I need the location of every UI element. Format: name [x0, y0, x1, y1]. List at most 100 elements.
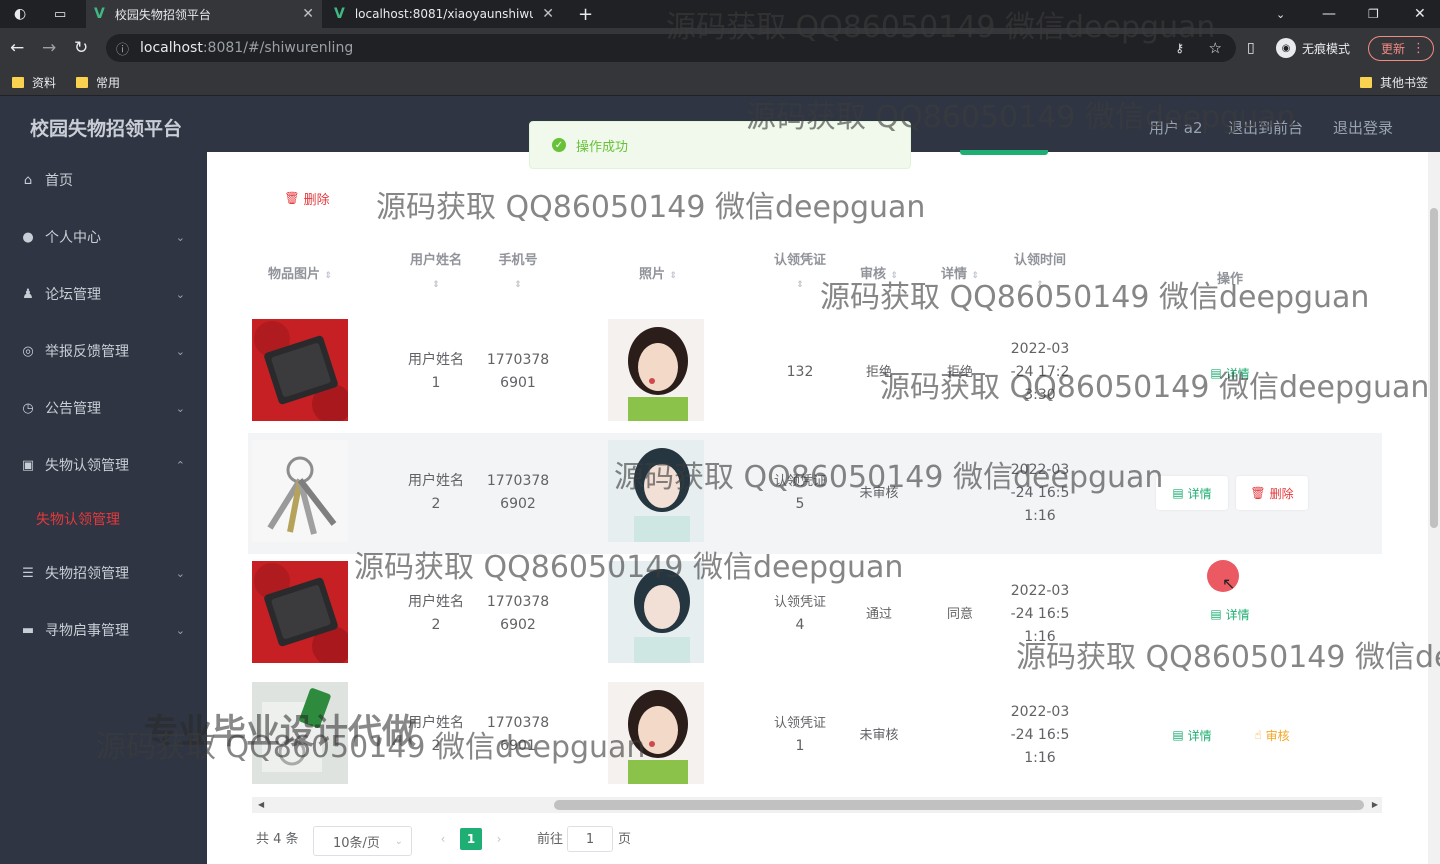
- doc-icon: ▤: [1210, 607, 1222, 621]
- scroll-thumb[interactable]: [1430, 208, 1438, 528]
- window-icon[interactable]: ▭: [54, 0, 66, 28]
- sidebar-item-notice[interactable]: ◷ 公告管理 ⌄: [0, 380, 207, 436]
- bookmark-label: 常用: [96, 75, 121, 90]
- folder-icon: [12, 76, 24, 88]
- other-bookmarks[interactable]: 其他书签: [1360, 68, 1428, 96]
- sort-icon: ⇕: [796, 280, 804, 290]
- sidebar-item-home[interactable]: ⌂ 首页: [0, 152, 207, 208]
- card-icon: ▬: [21, 622, 35, 638]
- url-input[interactable]: ⓘ localhost:8081/#/shiwurenling ⚷ ☆: [106, 34, 1236, 62]
- chevron-down-icon[interactable]: ⌄: [1276, 0, 1285, 28]
- page-size-select[interactable]: 10条/页 ⌄: [313, 826, 412, 856]
- board-icon: ▣: [21, 457, 35, 473]
- header-detail[interactable]: 详情 ⇕: [922, 263, 998, 288]
- sidepanel-icon[interactable]: ▯: [1247, 28, 1255, 68]
- portrait-image: [608, 682, 704, 784]
- reload-icon[interactable]: ↻: [74, 28, 88, 68]
- tab-active[interactable]: V 校园失物招领平台 ✕: [86, 0, 322, 28]
- op-label: 审核: [1265, 728, 1290, 743]
- scroll-right-icon[interactable]: ▶: [1372, 797, 1378, 813]
- browser-addressbar: ← → ↻ ⓘ localhost:8081/#/shiwurenling ⚷ …: [0, 28, 1440, 68]
- forward-icon[interactable]: →: [42, 28, 56, 68]
- next-page-button[interactable]: ›: [488, 828, 510, 850]
- browser-menu-icon[interactable]: ◐: [14, 0, 26, 28]
- tab-second[interactable]: V localhost:8081/xiaoyaunshiwu ✕: [326, 0, 562, 28]
- search-button-edge[interactable]: [960, 150, 1048, 155]
- update-button[interactable]: 更新 ⋮: [1368, 36, 1434, 61]
- chevron-down-icon: ⌄: [175, 230, 185, 244]
- cell-claim-time: 2022-03 -24 16:5 1:16: [1010, 462, 1070, 524]
- user-photo[interactable]: [608, 682, 704, 784]
- sort-icon: ⇕: [324, 271, 333, 281]
- scroll-left-icon[interactable]: ◀: [258, 797, 264, 813]
- prev-page-button[interactable]: ‹: [432, 828, 454, 850]
- cell-voucher: 132: [786, 364, 814, 380]
- close-window-icon[interactable]: ✕: [1414, 0, 1426, 28]
- header-label: 认领时间: [1013, 253, 1066, 268]
- page-unit-label: 页: [618, 832, 632, 847]
- sidebar-item-profile[interactable]: ● 个人中心 ⌄: [0, 209, 207, 265]
- sidebar-item-found[interactable]: ☰ 失物招领管理 ⌄: [0, 545, 207, 601]
- header-audit[interactable]: 审核 ⇕: [842, 263, 916, 288]
- header-user-name[interactable]: 用户姓名 ⇕: [398, 249, 474, 297]
- bookmark-folder-1[interactable]: 资料: [12, 68, 56, 96]
- chevron-down-icon: ⌄: [394, 835, 403, 847]
- detail-button[interactable]: ▤ 详情: [1160, 718, 1224, 752]
- cell-claim-time: 2022-03 -24 17:2 3:30: [1010, 341, 1070, 403]
- detail-button[interactable]: ▤ 详情: [1198, 356, 1262, 390]
- close-icon[interactable]: ✕: [302, 6, 314, 22]
- header-voucher[interactable]: 认领凭证 ⇕: [762, 249, 838, 297]
- restore-icon[interactable]: ❐: [1368, 0, 1379, 28]
- sidebar: ⌂ 首页 ● 个人中心 ⌄ ♟ 论坛管理 ⌄ ◎ 举报反馈管理 ⌄ ◷ 公告管理…: [0, 152, 207, 864]
- sidebar-subitem-claim[interactable]: 失物认领管理: [36, 509, 120, 529]
- horizontal-scrollbar[interactable]: ◀ ▶: [252, 797, 1382, 813]
- screen: ◐ ▭ V 校园失物招领平台 ✕ V localhost:8081/xiaoya…: [0, 0, 1440, 864]
- sidebar-item-claim[interactable]: ▣ 失物认领管理 ⌃: [0, 437, 207, 493]
- sidebar-item-forum[interactable]: ♟ 论坛管理 ⌄: [0, 266, 207, 322]
- cell-phone: 1770378 6902: [486, 473, 550, 512]
- user-photo[interactable]: [608, 319, 704, 421]
- minimize-icon[interactable]: —: [1322, 0, 1336, 28]
- incognito-indicator[interactable]: ◉ 无痕模式: [1276, 36, 1350, 60]
- item-image-keys[interactable]: [252, 440, 348, 542]
- key-icon[interactable]: ⚷: [1175, 41, 1184, 55]
- back-icon[interactable]: ←: [10, 28, 24, 68]
- circle-icon: ◎: [22, 343, 34, 359]
- item-image-wallet[interactable]: [252, 319, 348, 421]
- star-icon[interactable]: ☆: [1209, 39, 1222, 57]
- item-image-tag[interactable]: [252, 682, 348, 784]
- sidebar-item-lost[interactable]: ▬ 寻物启事管理 ⌄: [0, 602, 207, 658]
- incognito-icon: ◉: [1276, 38, 1296, 58]
- cell-audit: 拒绝: [865, 365, 892, 380]
- vertical-scrollbar[interactable]: [1428, 152, 1440, 864]
- sort-icon: ⇕: [890, 271, 899, 281]
- app-title: 校园失物招领平台: [30, 118, 183, 140]
- new-tab-icon[interactable]: +: [578, 0, 593, 28]
- close-icon[interactable]: ✕: [542, 6, 554, 22]
- goto-page-input[interactable]: 1: [567, 826, 613, 852]
- user-photo[interactable]: [608, 561, 704, 663]
- detail-button[interactable]: ▤ 详情: [1198, 597, 1262, 631]
- scroll-thumb[interactable]: [554, 800, 1364, 810]
- user-photo[interactable]: [608, 440, 704, 542]
- sidebar-item-label: 举报反馈管理: [45, 344, 129, 360]
- header-image[interactable]: 物品图片 ⇕: [252, 263, 348, 288]
- delete-button[interactable]: 🗑 删除: [1236, 476, 1308, 510]
- incognito-label: 无痕模式: [1302, 41, 1351, 56]
- back-to-front-link[interactable]: 退出到前台: [1228, 117, 1303, 138]
- header-phone[interactable]: 手机号 ⇕: [480, 249, 556, 297]
- header-photo[interactable]: 照片 ⇕: [608, 263, 708, 288]
- audit-button[interactable]: ☝ 审核: [1240, 718, 1304, 752]
- kebab-menu-icon: ⋮: [1412, 41, 1425, 56]
- header-label: 手机号: [498, 253, 538, 268]
- chevron-down-icon: ⌄: [175, 287, 185, 301]
- header-claim-time[interactable]: 认领时间 ⇕: [1002, 249, 1078, 297]
- batch-delete-button[interactable]: 🗑 删除: [274, 184, 340, 212]
- sidebar-item-report[interactable]: ◎ 举报反馈管理 ⌄: [0, 323, 207, 379]
- page-number-current[interactable]: 1: [460, 828, 482, 850]
- item-image-wallet[interactable]: [252, 561, 348, 663]
- bookmark-folder-2[interactable]: 常用: [76, 68, 120, 96]
- cell-claim-time: 2022-03 -24 16:5 1:16: [1010, 583, 1070, 645]
- detail-button[interactable]: ▤ 详情: [1156, 476, 1228, 510]
- logout-link[interactable]: 退出登录: [1333, 117, 1393, 138]
